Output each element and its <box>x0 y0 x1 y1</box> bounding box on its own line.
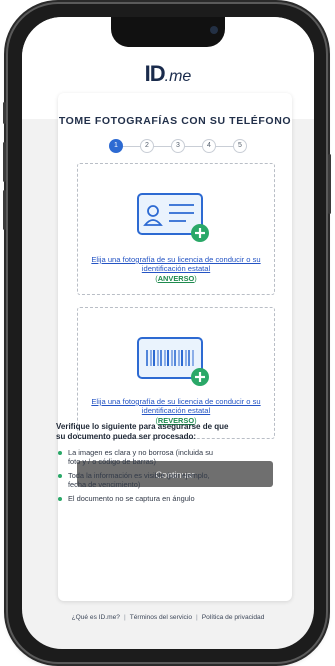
side-button-left-2 <box>3 142 6 182</box>
footer-what-link[interactable]: ¿Qué es ID.me? <box>72 614 120 621</box>
checklist-item-text: La imagen es clara y no borrosa (incluid… <box>68 448 214 466</box>
logo-me-text: .me <box>164 68 192 85</box>
side-button-left-1 <box>3 102 6 124</box>
bullet-dot-icon <box>58 497 62 501</box>
step-4: 4 <box>202 139 216 153</box>
step-connector <box>184 146 203 147</box>
bullet-dot-icon <box>58 451 62 455</box>
upload-card: TOME FOTOGRAFÍAS CON SU TELÉFONO 1 2 3 4… <box>58 93 292 601</box>
upload-front-dropzone[interactable]: Elija una fotografía de su licencia de c… <box>77 163 275 295</box>
step-connector <box>153 146 172 147</box>
logo-id-text: ID <box>144 61 166 86</box>
footer-privacy-link[interactable]: Política de privacidad <box>202 614 265 621</box>
upload-front-link[interactable]: Elija una fotografía de su licencia de c… <box>82 255 270 273</box>
page-title: TOME FOTOGRAFÍAS CON SU TELÉFONO <box>58 115 292 127</box>
footer-terms-link[interactable]: Términos del servicio <box>130 614 192 621</box>
step-2: 2 <box>140 139 154 153</box>
step-connector <box>122 146 141 147</box>
phone-screen: ID.me TOME FOTOGRAFÍAS CON SU TELÉFONO 1… <box>22 17 314 649</box>
checklist: La imagen es clara y no borrosa (incluid… <box>56 448 226 508</box>
footer-separator: | <box>123 614 126 621</box>
idme-logo: ID.me <box>22 61 314 87</box>
tag-paren-close: ) <box>194 274 197 283</box>
checklist-item-text: Toda la información es visible (por ejem… <box>68 471 210 489</box>
front-tag-text: ANVERSO <box>157 274 195 283</box>
bullet-dot-icon <box>58 474 62 478</box>
front-side-label: (ANVERSO) <box>78 274 274 283</box>
step-indicator: 1 2 3 4 5 <box>58 139 292 153</box>
checklist-item-text: El documento no se captura en ángulo <box>68 494 195 503</box>
footer-separator: | <box>195 614 198 621</box>
checklist-item: Toda la información es visible (por ejem… <box>56 471 226 489</box>
upload-back-dropzone[interactable]: Elija una fotografía de su licencia de c… <box>77 307 275 439</box>
step-5: 5 <box>233 139 247 153</box>
id-card-front-icon <box>137 193 209 242</box>
step-3: 3 <box>171 139 185 153</box>
step-connector <box>215 146 234 147</box>
side-button-right <box>328 154 331 214</box>
checklist-item: La imagen es clara y no borrosa (incluid… <box>56 448 226 466</box>
side-button-left-3 <box>3 190 6 230</box>
checklist-item: El documento no se captura en ángulo <box>56 494 226 503</box>
step-1: 1 <box>109 139 123 153</box>
notch <box>111 17 225 47</box>
footer-links: ¿Qué es ID.me? | Términos del servicio | Pol… <box>22 614 314 621</box>
verify-heading: Verifique lo siguiente para asegurarse d… <box>56 422 229 441</box>
camera-dot <box>210 26 218 34</box>
id-card-barcode-icon <box>137 337 209 386</box>
upload-back-link[interactable]: Elija una fotografía de su licencia de c… <box>82 397 270 415</box>
